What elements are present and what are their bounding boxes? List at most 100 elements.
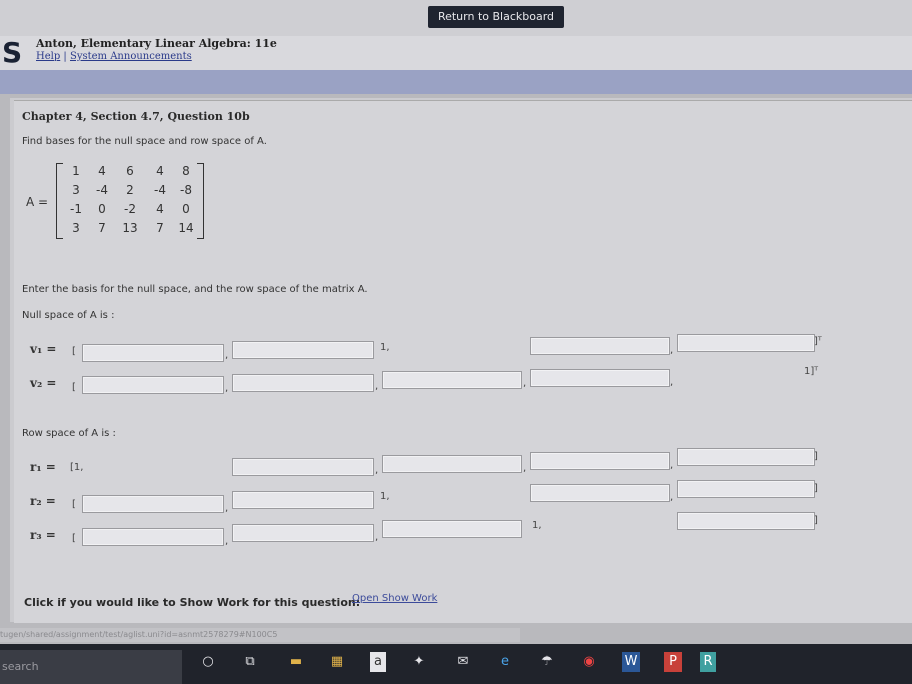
matrix-cell: 0 [98,202,106,216]
r2-label: r₂ = [30,494,56,508]
matrix-row: 3 -4 2 -4 -8 [63,183,199,202]
matrix-cell: 7 [156,221,164,235]
r1-entry-5[interactable] [677,448,815,466]
v1-entry-5[interactable] [677,334,815,352]
r1-entry-4[interactable] [530,452,670,470]
matrix-cell: 8 [182,164,190,178]
null-space-label: Null space of A is : [22,310,115,321]
mail-icon[interactable]: ✉ [454,652,472,672]
matrix-cell: 0 [182,202,190,216]
open-show-work-link[interactable]: Open Show Work [352,593,437,604]
comma: , [375,465,379,476]
return-to-blackboard-button[interactable]: Return to Blackboard [428,6,564,28]
r3-entry-5[interactable] [677,512,815,530]
amazon-icon[interactable]: a [370,652,386,672]
close-bracket-transpose: ]ᵀ [814,336,822,347]
chrome-icon[interactable]: ◉ [580,652,598,672]
weather-icon[interactable]: ☂ [538,652,556,672]
matrix-cell: 14 [178,221,194,235]
app-r-icon[interactable]: R [700,652,716,672]
question-title: Chapter 4, Section 4.7, Question 10b [22,110,250,123]
matrix-cell: 2 [126,183,134,197]
r3-entry-2[interactable] [232,524,374,542]
r2-entry-5[interactable] [677,480,815,498]
row-space-label: Row space of A is : [22,428,116,439]
comma: , [225,383,229,394]
matrix-cell: 4 [98,164,106,178]
v1-entry-1[interactable] [82,344,224,362]
matrix-cell: 13 [122,221,138,235]
comma: , [375,532,379,543]
matrix-cell: -1 [70,202,82,216]
r1-prefix: [1, [70,462,84,473]
open-bracket: [ [72,382,76,393]
r1-entry-3[interactable] [382,455,522,473]
taskbar-search[interactable]: search [0,650,182,684]
matrix-cell: 6 [126,164,134,178]
matrix-cell: 1 [72,164,80,178]
v1-entry-4[interactable] [530,337,670,355]
matrix-label: A = [26,195,49,209]
dropbox-icon[interactable]: ✦ [410,652,428,672]
r3-entry-3[interactable] [382,520,522,538]
r1-entry-2[interactable] [232,458,374,476]
comma: , [523,463,527,474]
matrix-a: 1 4 6 4 8 3 -4 2 -4 -8 -1 0 -2 4 0 3 7 1… [56,163,204,239]
matrix-row: -1 0 -2 4 0 [63,202,199,221]
matrix-cell: 3 [72,221,80,235]
word-icon[interactable]: W [622,652,640,672]
header-links: Help | System Announcements [36,51,192,62]
store-icon[interactable]: ▦ [328,652,346,672]
wileyplus-logo: S [2,36,23,69]
comma: , [225,350,229,361]
nav-bar [0,70,912,94]
fixed-one: 1, [380,491,390,502]
open-bracket: [ [72,533,76,544]
v2-entry-3[interactable] [382,371,522,389]
matrix-cell: 4 [156,202,164,216]
r3-label: r₃ = [30,528,56,542]
fixed-one: 1, [532,520,542,531]
course-title: Anton, Elementary Linear Algebra: 11e [36,37,277,50]
matrix-cell: 4 [156,164,164,178]
close-bracket: ] [814,515,818,526]
comma: , [670,345,674,356]
matrix-cell: 3 [72,183,80,197]
show-work-label: Click if you would like to Show Work for… [24,596,361,609]
matrix-cell: -4 [154,183,166,197]
system-announcements-link[interactable]: System Announcements [70,51,192,62]
comma: , [375,381,379,392]
matrix-cell: -4 [96,183,108,197]
v2-label: v₂ = [30,376,57,390]
fixed-one: 1, [380,342,390,353]
task-view-icon[interactable]: ⧉ [242,652,258,672]
matrix-row: 3 7 13 7 14 [63,221,199,240]
cortana-icon[interactable]: ○ [200,652,216,672]
open-bracket: [ [72,499,76,510]
comma: , [523,378,527,389]
v1-entry-2[interactable] [232,341,374,359]
comma: , [225,536,229,547]
instruction-text: Enter the basis for the null space, and … [22,284,368,295]
r2-entry-1[interactable] [82,495,224,513]
file-explorer-icon[interactable]: ▬ [286,652,306,672]
r2-entry-4[interactable] [530,484,670,502]
help-link[interactable]: Help [36,51,60,62]
matrix-cell: -8 [180,183,192,197]
matrix-cell: 7 [98,221,106,235]
powerpoint-icon[interactable]: P [664,652,682,672]
edge-icon[interactable]: e [496,652,514,672]
v2-entry-4[interactable] [530,369,670,387]
r2-entry-2[interactable] [232,491,374,509]
close-bracket: ] [814,451,818,462]
v2-entry-1[interactable] [82,376,224,394]
r3-entry-1[interactable] [82,528,224,546]
open-bracket: [ [72,346,76,357]
comma: , [670,460,674,471]
r1-label: r₁ = [30,460,56,474]
v2-entry-2[interactable] [232,374,374,392]
fixed-one-close-transpose: 1]ᵀ [804,366,819,377]
v1-label: v₁ = [30,342,57,356]
comma: , [670,492,674,503]
close-bracket: ] [814,483,818,494]
